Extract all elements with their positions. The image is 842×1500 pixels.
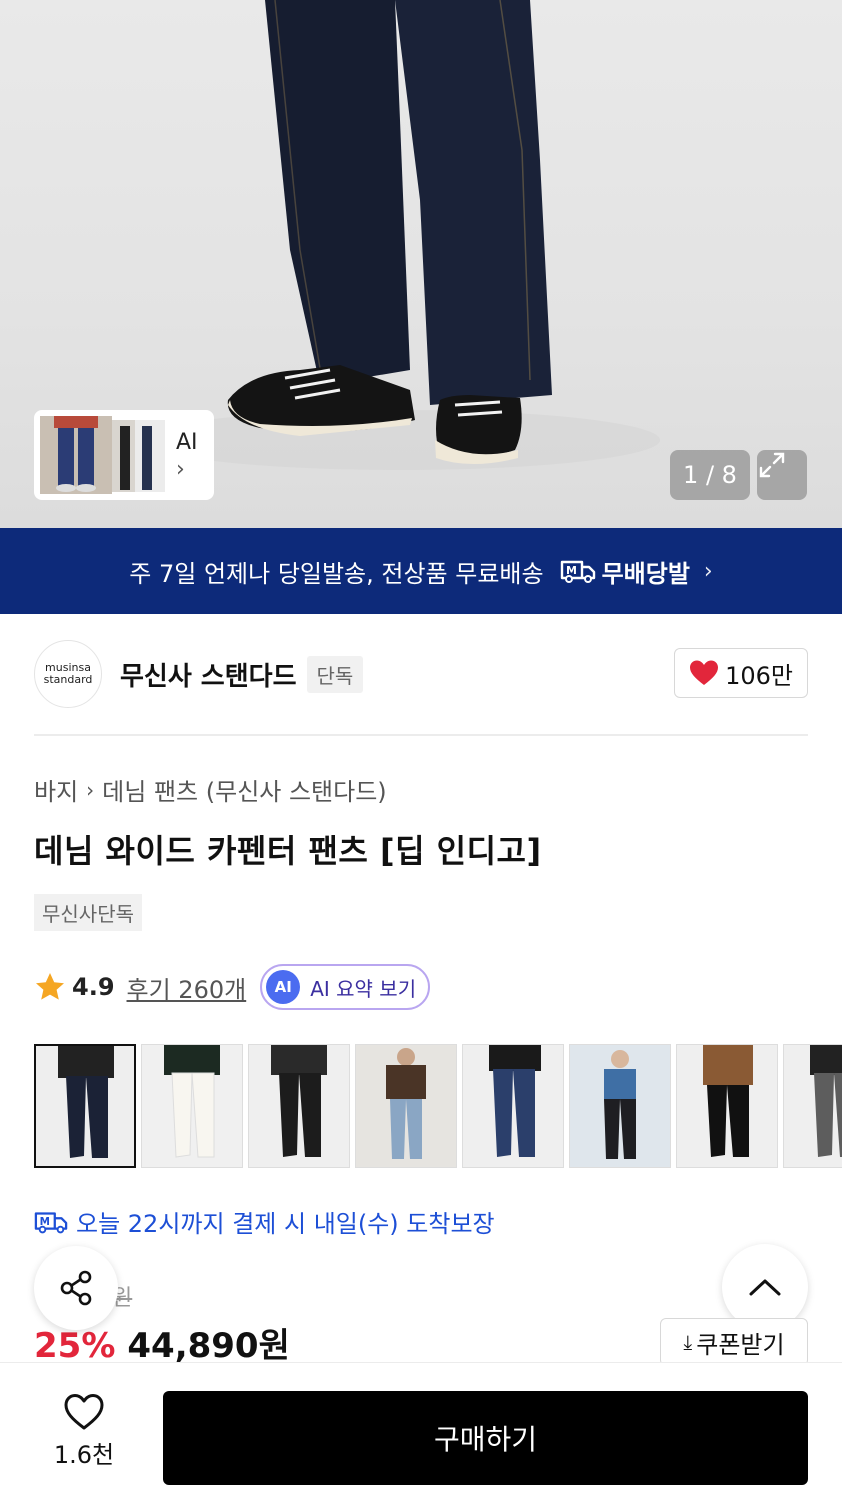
buy-button[interactable]: 구매하기 bbox=[163, 1391, 808, 1485]
rating-score: 4.9 bbox=[72, 973, 115, 1001]
share-button[interactable] bbox=[34, 1246, 118, 1330]
color-variants bbox=[34, 1044, 842, 1170]
image-counter: 1 / 8 bbox=[670, 450, 750, 500]
banner-brand: M 무배당발 bbox=[560, 554, 690, 589]
brand-name[interactable]: 무신사 스탠다드 bbox=[120, 656, 297, 693]
ai-thumbnail-images bbox=[40, 416, 168, 494]
ai-label: AI bbox=[176, 429, 198, 455]
star-icon bbox=[36, 973, 64, 1000]
sale-price: 44,890원 bbox=[127, 1326, 290, 1366]
share-icon bbox=[60, 1270, 92, 1306]
color-variant[interactable] bbox=[676, 1044, 778, 1168]
ai-summary-button[interactable]: AI AI 요약 보기 bbox=[260, 964, 431, 1010]
free-shipping-banner[interactable]: 주 7일 언제나 당일발송, 전상품 무료배송 M 무배당발 › bbox=[0, 528, 842, 614]
color-variant[interactable] bbox=[141, 1044, 243, 1168]
ai-summary-label: AI 요약 보기 bbox=[310, 976, 417, 1001]
download-icon: ⤓ bbox=[683, 1330, 693, 1354]
brand-row: musinsa standard 무신사 스탠다드 단독 106만 bbox=[34, 640, 808, 708]
wishlist-button[interactable]: 1.6천 bbox=[34, 1393, 134, 1473]
ai-styling-thumbnail[interactable]: AI › bbox=[34, 410, 214, 500]
color-variant[interactable] bbox=[783, 1044, 842, 1168]
color-variant[interactable] bbox=[355, 1044, 457, 1168]
product-hero-image[interactable]: AI › 1 / 8 bbox=[0, 0, 842, 528]
color-variant[interactable] bbox=[462, 1044, 564, 1168]
bottom-action-bar: 1.6천 구매하기 bbox=[0, 1362, 842, 1500]
chevron-up-icon bbox=[749, 1279, 781, 1296]
heart-filled-icon bbox=[690, 660, 719, 685]
delivery-text: 오늘 22시까지 결제 시 내일(수) 도착보장 bbox=[76, 1210, 495, 1238]
brand-like-button[interactable]: 106만 bbox=[674, 648, 808, 698]
reviews-link[interactable]: 후기 260개 bbox=[127, 970, 247, 1005]
brand-logo[interactable]: musinsa standard bbox=[34, 640, 102, 708]
expand-button[interactable] bbox=[757, 450, 807, 500]
delivery-guarantee: M 오늘 22시까지 결제 시 내일(수) 도착보장 bbox=[34, 1204, 495, 1239]
coupon-label: 쿠폰받기 bbox=[696, 1330, 785, 1359]
ai-badge-icon: AI bbox=[266, 970, 301, 1004]
svg-text:M: M bbox=[40, 1215, 50, 1227]
svg-text:M: M bbox=[566, 564, 577, 577]
exclusive-tag: 무신사단독 bbox=[34, 894, 142, 931]
product-title: 데님 와이드 카펜터 팬츠 [딥 인디고] bbox=[34, 832, 542, 870]
discount-rate: 25% bbox=[34, 1326, 116, 1366]
breadcrumb: 바지 › 데님 팬츠 (무신사 스탠다드) bbox=[34, 772, 387, 807]
exclusive-badge: 단독 bbox=[306, 655, 364, 693]
breadcrumb-item[interactable]: 데님 팬츠 (무신사 스탠다드) bbox=[102, 772, 387, 807]
chevron-right-icon: › bbox=[176, 456, 185, 482]
brand-logo-line2: standard bbox=[43, 673, 93, 686]
chevron-right-icon: › bbox=[703, 558, 713, 584]
color-variant[interactable] bbox=[34, 1044, 136, 1168]
brand-like-count: 106만 bbox=[725, 661, 793, 690]
divider bbox=[34, 734, 808, 736]
delivery-truck-icon: M bbox=[34, 1211, 68, 1233]
heart-outline-icon bbox=[64, 1394, 104, 1430]
banner-text: 주 7일 언제나 당일발송, 전상품 무료배송 bbox=[129, 559, 544, 588]
coupon-button[interactable]: ⤓ 쿠폰받기 bbox=[660, 1318, 808, 1366]
color-variant[interactable] bbox=[248, 1044, 350, 1168]
breadcrumb-item[interactable]: 바지 bbox=[34, 772, 78, 807]
color-variant[interactable] bbox=[569, 1044, 671, 1168]
expand-icon bbox=[759, 452, 785, 478]
rating-row: 4.9 후기 260개 AI AI 요약 보기 bbox=[34, 962, 431, 1012]
wishlist-count: 1.6천 bbox=[53, 1441, 115, 1469]
banner-brand-label: 무배당발 bbox=[601, 559, 690, 588]
delivery-truck-icon: M bbox=[560, 560, 595, 583]
chevron-right-icon: › bbox=[86, 777, 95, 802]
